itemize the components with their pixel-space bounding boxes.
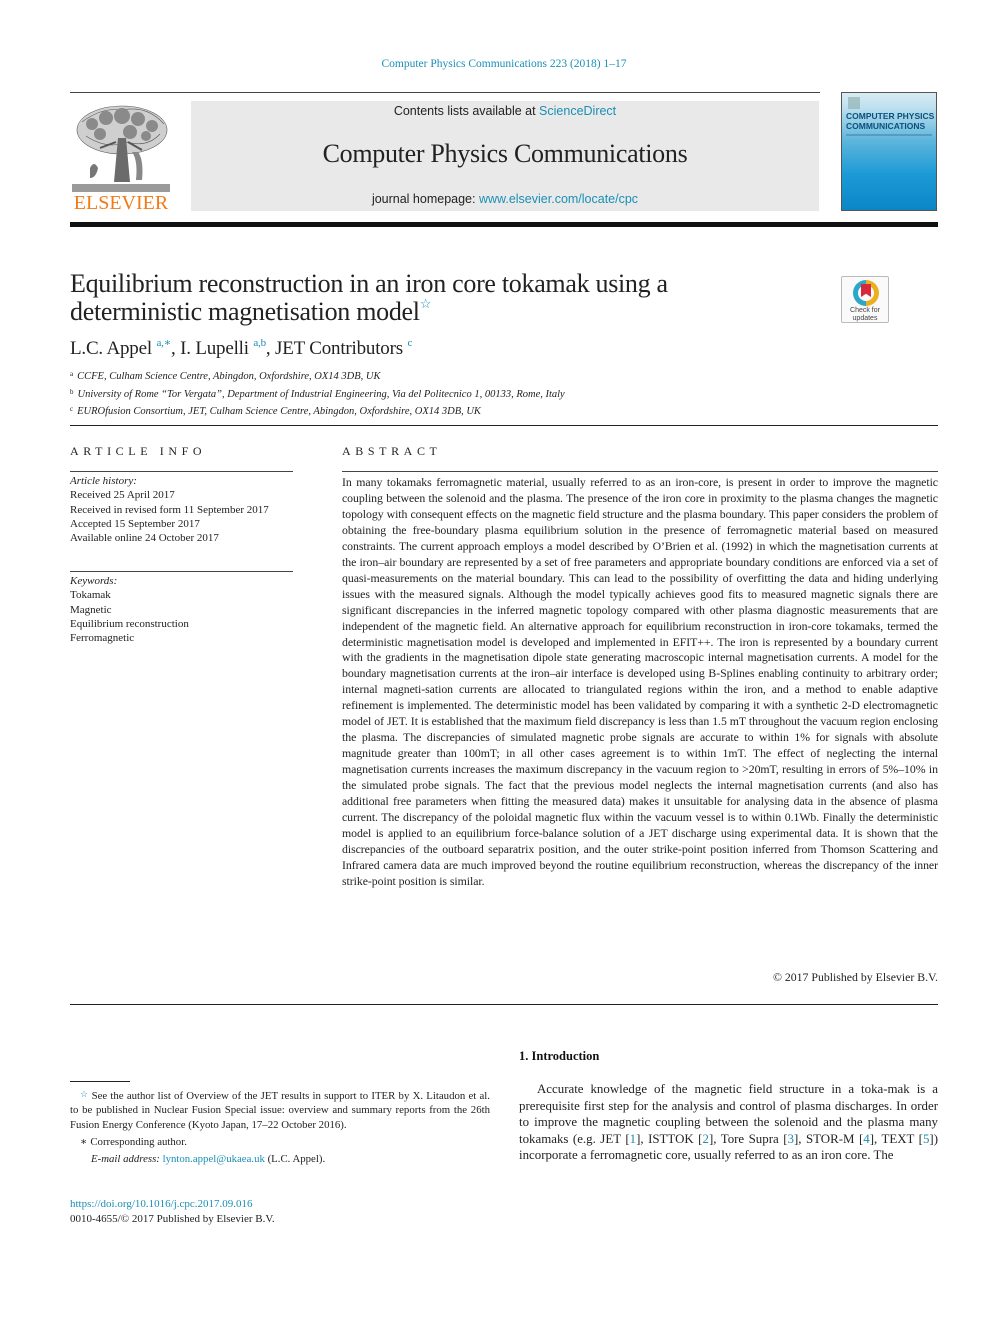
introduction-paragraph: Accurate knowledge of the magnetic field… bbox=[519, 1081, 938, 1164]
affiliation-letter: c bbox=[70, 405, 74, 413]
cover-publisher-logo-icon bbox=[848, 97, 860, 109]
check-for-updates-badge[interactable]: Check for updates bbox=[841, 276, 889, 323]
abstract-copyright: © 2017 Published by Elsevier B.V. bbox=[772, 970, 938, 984]
author-name: I. Lupelli bbox=[180, 338, 249, 359]
crossmark-label-line: updates bbox=[852, 314, 878, 322]
affiliation-list: a CCFE, Culham Science Centre, Abingdon, … bbox=[70, 367, 565, 420]
footnote-star-icon: ☆ bbox=[80, 1089, 89, 1099]
sciencedirect-link[interactable]: ScienceDirect bbox=[539, 104, 616, 118]
intro-text-run: ], TEXT [ bbox=[869, 1131, 923, 1146]
contents-availability-line: Contents lists available at ScienceDirec… bbox=[191, 104, 819, 118]
keyword: Magnetic bbox=[70, 603, 112, 616]
email-link[interactable]: lynton.appel@ukaea.uk bbox=[163, 1153, 265, 1165]
issn-copyright: 0010-4655/© 2017 Published by Elsevier B… bbox=[70, 1212, 275, 1225]
journal-masthead: Contents lists available at ScienceDirec… bbox=[191, 101, 819, 211]
journal-homepage-line: journal homepage: www.elsevier.com/locat… bbox=[191, 192, 819, 206]
homepage-prefix: journal homepage: bbox=[371, 192, 479, 206]
keywords-rule bbox=[70, 571, 293, 572]
keyword: Tokamak bbox=[70, 589, 111, 602]
affiliation-letter: a bbox=[70, 370, 74, 378]
cover-subtitle-bar bbox=[846, 134, 932, 136]
doi-link[interactable]: https://doi.org/10.1016/j.cpc.2017.09.01… bbox=[70, 1197, 275, 1212]
footnote-title-note: ☆ See the author list of Overview of the … bbox=[70, 1087, 490, 1132]
affiliation: b University of Rome “Tor Vergata”, Depar… bbox=[70, 385, 565, 403]
crossmark-label: Check for updates bbox=[842, 307, 888, 322]
title-line-text: deterministic magnetisation model bbox=[70, 297, 420, 326]
author-name: JET Contributors bbox=[275, 338, 403, 359]
crossmark-flag bbox=[861, 284, 871, 297]
author-affiliation-marks[interactable]: a,∗ bbox=[156, 337, 171, 349]
intro-text-run: ], ISTTOK [ bbox=[636, 1131, 703, 1146]
article-info-rule bbox=[70, 471, 293, 472]
author-affiliation-marks[interactable]: c bbox=[407, 337, 412, 349]
keyword: Equilibrium reconstruction bbox=[70, 617, 189, 630]
footnote-text: See the author list of Overview of the J… bbox=[70, 1090, 490, 1131]
keyword: Ferromagnetic bbox=[70, 632, 135, 645]
title-line: Equilibrium reconstruction in an iron co… bbox=[70, 269, 668, 298]
title-footnote-star-icon[interactable]: ☆ bbox=[420, 296, 432, 311]
footnote-text: Corresponding author. bbox=[90, 1135, 187, 1148]
abstract-rule bbox=[342, 471, 938, 472]
author-affiliation-marks[interactable]: a,b bbox=[253, 337, 266, 349]
contents-prefix: Contents lists available at bbox=[393, 104, 540, 118]
affiliation-letter: b bbox=[70, 387, 74, 396]
cover-title-line: COMMUNICATIONS bbox=[846, 121, 926, 131]
asterisk-icon: ∗ bbox=[80, 1135, 88, 1148]
keywords-label: Keywords: bbox=[70, 575, 118, 587]
section-divider bbox=[70, 1004, 938, 1005]
email-owner: (L.C. Appel). bbox=[264, 1153, 326, 1166]
crossmark-label-line: Check for bbox=[850, 307, 880, 314]
cover-title: COMPUTER PHYSICS COMMUNICATIONS bbox=[846, 111, 936, 131]
author: JET Contributors c bbox=[275, 337, 412, 360]
section-divider bbox=[70, 425, 938, 426]
author-separator: , bbox=[265, 338, 276, 359]
masthead-bottom-rule bbox=[70, 222, 938, 227]
footnote-email: E-mail address: lynton.appel@ukaea.uk (L… bbox=[70, 1152, 490, 1166]
cover-title-line: COMPUTER PHYSICS bbox=[846, 111, 935, 121]
introduction-heading: 1. Introduction bbox=[519, 1049, 600, 1063]
doi-block: https://doi.org/10.1016/j.cpc.2017.09.01… bbox=[70, 1197, 275, 1226]
history-item: Received in revised form 11 September 20… bbox=[70, 503, 269, 516]
elsevier-wordmark: ELSEVIER bbox=[73, 192, 169, 214]
journal-reference-link[interactable]: Computer Physics Communications 223 (201… bbox=[0, 58, 992, 70]
intro-text-run: ], STOR-M [ bbox=[793, 1131, 864, 1146]
affiliation: a CCFE, Culham Science Centre, Abingdon, … bbox=[70, 367, 565, 385]
footnote-corresponding: ∗ Corresponding author. bbox=[70, 1135, 490, 1149]
author-name: L.C. Appel bbox=[70, 338, 152, 359]
footnotes: ☆ See the author list of Overview of the … bbox=[70, 1087, 490, 1169]
affiliation-text: University of Rome “Tor Vergata”, Depart… bbox=[77, 388, 565, 400]
affiliation: c EUROfusion Consortium, JET, Culham Scie… bbox=[70, 402, 565, 420]
elsevier-logo[interactable]: ELSEVIER bbox=[70, 100, 172, 214]
journal-name: Computer Physics Communications bbox=[322, 139, 688, 168]
author: L.C. Appel a,∗, bbox=[70, 337, 181, 360]
abstract-body: In many tokamaks ferromagnetic material,… bbox=[342, 475, 938, 888]
article-info-heading: ARTICLE INFO bbox=[70, 444, 207, 458]
author-list: L.C. Appel a,∗, I. Lupelli a,b, JET Cont… bbox=[70, 338, 412, 360]
title-line-2: deterministic magnetisation model☆ bbox=[70, 296, 830, 326]
affiliation-text: CCFE, Culham Science Centre, Abingdon, O… bbox=[77, 371, 381, 382]
author-separator: , bbox=[171, 338, 181, 359]
journal-homepage-link[interactable]: www.elsevier.com/locate/cpc bbox=[479, 192, 638, 206]
article-history: Article history: Received 25 April 2017 … bbox=[70, 474, 295, 545]
article-title: Equilibrium reconstruction in an iron co… bbox=[70, 270, 830, 326]
abstract-heading: ABSTRACT bbox=[342, 444, 442, 458]
crossmark-bookmark-icon bbox=[853, 280, 879, 306]
journal-cover-thumbnail[interactable]: COMPUTER PHYSICS COMMUNICATIONS bbox=[841, 92, 937, 211]
footnote-rule bbox=[70, 1081, 130, 1082]
elsevier-tree-icon bbox=[72, 102, 170, 192]
history-item: Available online 24 October 2017 bbox=[70, 532, 219, 545]
author: I. Lupelli a,b, bbox=[180, 337, 276, 360]
masthead-top-rule bbox=[70, 92, 820, 93]
keywords: Keywords: Tokamak Magnetic Equilibrium r… bbox=[70, 574, 295, 645]
article-history-label: Article history: bbox=[70, 475, 137, 487]
affiliation-text: EUROfusion Consortium, JET, Culham Scien… bbox=[77, 406, 481, 417]
intro-text-run: ], Tore Supra [ bbox=[708, 1131, 788, 1146]
email-label: E-mail address: bbox=[91, 1153, 160, 1166]
history-item: Received 25 April 2017 bbox=[70, 489, 175, 502]
history-item: Accepted 15 September 2017 bbox=[70, 517, 200, 530]
